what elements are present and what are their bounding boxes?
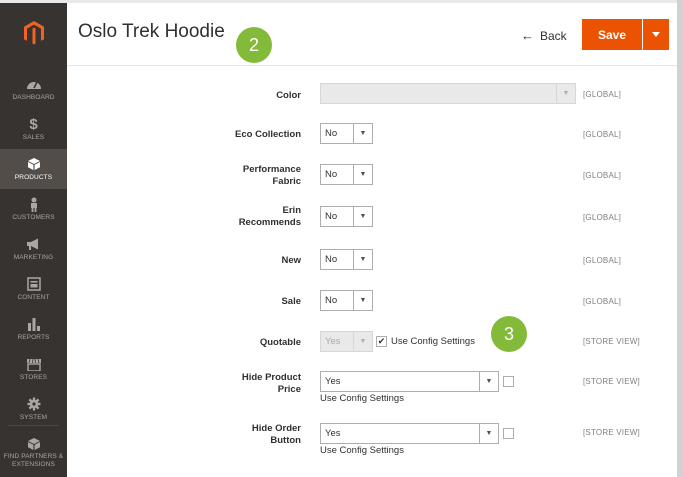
quotable-select[interactable]: Yes ▼ — [320, 331, 373, 352]
gear-icon — [27, 397, 41, 412]
admin-sidebar: DASHBOARD $ SALES PRODUCTS CUSTOMERS MAR… — [0, 3, 67, 477]
sale-select[interactable]: No ▼ — [320, 290, 373, 311]
scope-label: [GLOBAL] — [583, 213, 622, 222]
chevron-down-icon: ▼ — [353, 291, 372, 310]
bar-chart-icon — [27, 317, 41, 332]
sidebar-item-label: MARKETING — [13, 253, 54, 261]
sale-label: Sale — [281, 296, 301, 307]
hide-order-button-select[interactable]: Yes ▼ — [320, 423, 499, 444]
new-value: No — [325, 254, 338, 265]
chevron-down-icon: ▼ — [353, 207, 372, 226]
sidebar-item-customers[interactable]: CUSTOMERS — [0, 189, 67, 229]
new-label: New — [281, 255, 301, 266]
hide-order-button-label: Hide Order Button — [251, 423, 301, 447]
hide-product-price-label: Hide Product Price — [241, 372, 301, 396]
scope-label: [GLOBAL] — [583, 130, 622, 139]
sidebar-item-label: STORES — [19, 373, 48, 381]
megaphone-icon — [26, 237, 41, 252]
chevron-down-icon: ▼ — [479, 424, 498, 443]
scope-label: [GLOBAL] — [583, 90, 622, 99]
hide-product-price-value: Yes — [325, 376, 341, 387]
header-divider — [67, 65, 677, 66]
sidebar-item-label: REPORTS — [17, 333, 50, 341]
sidebar-item-content[interactable]: CONTENT — [0, 269, 67, 309]
hide-product-price-use-config-label: Use Config Settings — [320, 393, 404, 404]
sidebar-item-label: SYSTEM — [19, 413, 48, 421]
sidebar-item-label: CONTENT — [17, 293, 50, 301]
color-label: Color — [276, 90, 301, 101]
quotable-value: Yes — [325, 336, 341, 347]
admin-window: DASHBOARD $ SALES PRODUCTS CUSTOMERS MAR… — [0, 0, 677, 477]
extensions-icon — [27, 436, 41, 451]
quotable-use-config-checkbox[interactable]: ✔ — [376, 336, 387, 347]
scope-label: [STORE VIEW] — [583, 428, 640, 437]
sidebar-item-find-partners[interactable]: FIND PARTNERS & EXTENSIONS — [0, 429, 67, 475]
scope-label: [GLOBAL] — [583, 297, 622, 306]
page-header: Oslo Trek Hoodie ← Back Save — [67, 3, 677, 63]
main-content: Oslo Trek Hoodie ← Back Save 2 3 Color ▼… — [67, 3, 677, 477]
checkmark-icon: ✔ — [377, 336, 386, 346]
scope-label: [GLOBAL] — [583, 256, 622, 265]
person-icon — [29, 197, 39, 212]
store-icon — [26, 357, 42, 372]
step-badge: 3 — [491, 316, 527, 352]
new-select[interactable]: No ▼ — [320, 249, 373, 270]
sidebar-item-reports[interactable]: REPORTS — [0, 309, 67, 349]
dollar-icon: $ — [29, 115, 38, 133]
hide-order-button-use-config-label: Use Config Settings — [320, 445, 404, 456]
erin-recommends-value: No — [325, 211, 338, 222]
eco-collection-select[interactable]: No ▼ — [320, 123, 373, 144]
sale-value: No — [325, 295, 338, 306]
scope-label: [GLOBAL] — [583, 171, 622, 180]
chevron-down-icon: ▼ — [353, 250, 372, 269]
sidebar-item-marketing[interactable]: MARKETING — [0, 229, 67, 269]
eco-collection-value: No — [325, 128, 338, 139]
dashboard-icon — [26, 77, 42, 92]
cube-icon — [27, 157, 41, 172]
sidebar-item-label: SALES — [22, 133, 45, 141]
sidebar-item-dashboard[interactable]: DASHBOARD — [0, 69, 67, 109]
sidebar-item-label: FIND PARTNERS & EXTENSIONS — [3, 453, 64, 468]
erin-recommends-label: Erin Recommends — [238, 205, 301, 229]
sidebar-item-stores[interactable]: STORES — [0, 349, 67, 389]
page-title: Oslo Trek Hoodie — [78, 21, 225, 42]
sidebar-item-products[interactable]: PRODUCTS — [0, 149, 67, 189]
back-label: Back — [540, 28, 567, 43]
magento-logo[interactable] — [0, 3, 67, 63]
chevron-down-icon: ▼ — [353, 165, 372, 184]
sidebar-item-label: DASHBOARD — [12, 93, 55, 101]
chevron-down-icon: ▼ — [479, 372, 498, 391]
hide-order-button-value: Yes — [325, 428, 341, 439]
chevron-down-icon: ▼ — [353, 124, 372, 143]
arrow-left-icon: ← — [521, 28, 534, 43]
chevron-down-icon: ▼ — [353, 332, 372, 351]
step-badge: 2 — [236, 27, 272, 63]
caret-down-icon — [652, 31, 660, 37]
back-button[interactable]: ← Back — [521, 28, 567, 43]
save-button[interactable]: Save — [582, 19, 642, 50]
eco-collection-label: Eco Collection — [235, 129, 301, 140]
magento-logo-icon — [23, 21, 44, 45]
performance-fabric-label: Performance Fabric — [242, 164, 301, 188]
scope-label: [STORE VIEW] — [583, 377, 640, 386]
sidebar-item-system[interactable]: SYSTEM — [0, 389, 67, 429]
quotable-label: Quotable — [259, 337, 301, 348]
sidebar-divider — [8, 425, 59, 426]
erin-recommends-select[interactable]: No ▼ — [320, 206, 373, 227]
performance-fabric-value: No — [325, 169, 338, 180]
scope-label: [STORE VIEW] — [583, 337, 640, 346]
sidebar-item-label: CUSTOMERS — [12, 213, 55, 221]
performance-fabric-select[interactable]: No ▼ — [320, 164, 373, 185]
save-options-toggle[interactable] — [643, 19, 669, 50]
sidebar-item-sales[interactable]: $ SALES — [0, 109, 67, 149]
sidebar-item-label: PRODUCTS — [14, 173, 53, 181]
hide-order-button-use-config-checkbox[interactable] — [503, 428, 514, 439]
content-icon — [26, 277, 41, 292]
color-select[interactable]: ▼ — [320, 83, 576, 104]
hide-product-price-select[interactable]: Yes ▼ — [320, 371, 499, 392]
chevron-down-icon: ▼ — [556, 84, 575, 103]
hide-product-price-use-config-checkbox[interactable] — [503, 376, 514, 387]
quotable-use-config-label: Use Config Settings — [391, 336, 475, 347]
